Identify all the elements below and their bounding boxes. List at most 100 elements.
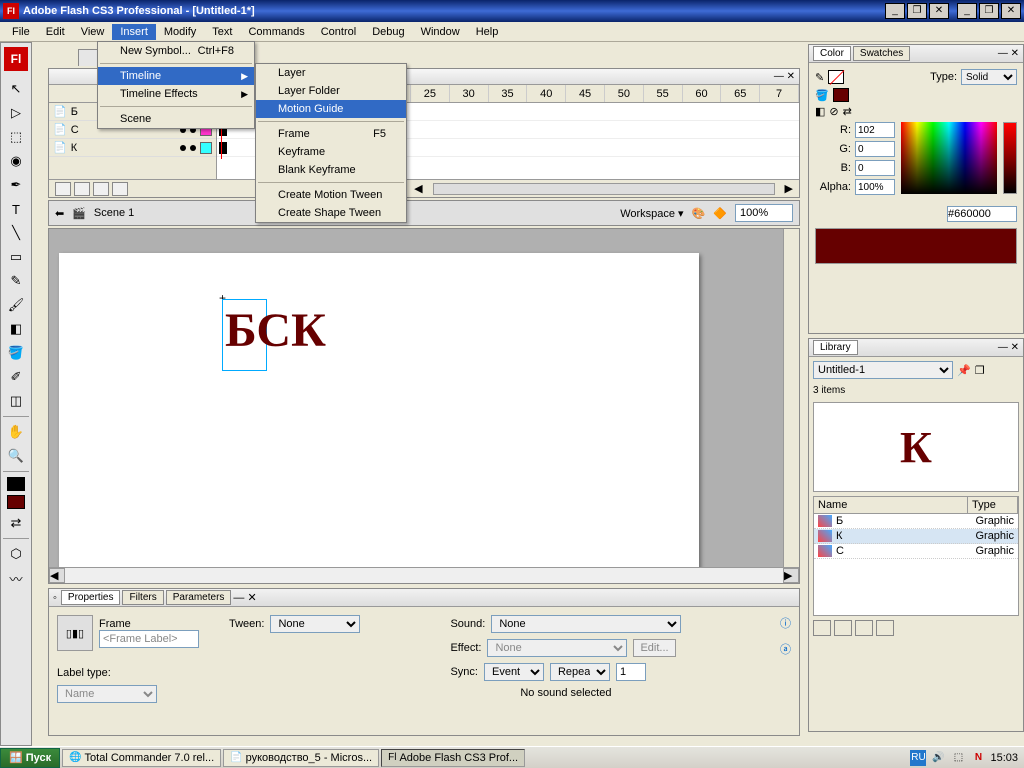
parameters-tab[interactable]: Parameters [166, 590, 232, 605]
ink-bottle-tool[interactable]: ◧ [4, 318, 28, 340]
blue-input[interactable] [855, 160, 895, 176]
hand-tool[interactable]: ✋ [4, 421, 28, 443]
pin-icon[interactable]: 📌 [957, 364, 971, 377]
menu-help[interactable]: Help [468, 24, 507, 40]
swap-icon[interactable]: ⇄ [843, 105, 852, 118]
lasso-tool[interactable]: ◉ [4, 150, 28, 172]
frame-label-input[interactable] [99, 630, 199, 648]
repeat-select[interactable]: Repeat [550, 663, 610, 681]
help-icon[interactable]: ⓘ [780, 615, 791, 631]
list-item[interactable]: БGraphic [814, 514, 1018, 529]
library-doc-select[interactable]: Untitled-1 [813, 361, 953, 379]
repeat-count[interactable] [616, 663, 646, 681]
start-button[interactable]: 🪟 Пуск [0, 748, 60, 768]
bw-icon[interactable]: ◧ [815, 105, 825, 118]
menu-modify[interactable]: Modify [156, 24, 204, 40]
menu-text[interactable]: Text [204, 24, 240, 40]
free-transform-tool[interactable]: ⬚ [4, 126, 28, 148]
fill-color[interactable] [7, 495, 25, 509]
brush-tool[interactable]: 🖌 [4, 294, 28, 316]
workspace-menu[interactable]: Workspace ▾ [620, 207, 683, 220]
text-tool[interactable]: T [4, 198, 28, 220]
canvas-text[interactable]: БСК [225, 303, 326, 358]
eyedropper-tool[interactable]: ✐ [4, 366, 28, 388]
fill-type-select[interactable]: Solid [961, 69, 1017, 85]
restore-button[interactable]: ❐ [907, 3, 927, 19]
new-guide-button[interactable] [74, 182, 90, 196]
submenu-frame[interactable]: FrameF5 [256, 125, 406, 143]
close-button[interactable]: ✕ [929, 3, 949, 19]
list-item[interactable]: СGraphic [814, 544, 1018, 559]
properties-close[interactable]: — ✕ [233, 591, 256, 604]
info-icon[interactable]: ⓐ [780, 641, 791, 657]
eraser-tool[interactable]: ◫ [4, 390, 28, 412]
layer-row[interactable]: 📄 К [49, 139, 216, 157]
menu-insert[interactable]: Insert [112, 24, 156, 40]
submenu-create-motion-tween[interactable]: Create Motion Tween [256, 186, 406, 204]
menu-view[interactable]: View [73, 24, 113, 40]
menu-timeline-effects[interactable]: Timeline Effects▶ [98, 85, 254, 103]
tray-icon[interactable]: ⬚ [950, 750, 966, 766]
menu-window[interactable]: Window [413, 24, 468, 40]
effect-select[interactable]: None [487, 639, 627, 657]
label-type-select[interactable]: Name [57, 685, 157, 703]
library-tab[interactable]: Library [813, 340, 858, 355]
pen-tool[interactable]: ✒ [4, 174, 28, 196]
snap-option[interactable]: ⬡ [4, 543, 28, 565]
doc-restore-button[interactable]: ❐ [979, 3, 999, 19]
sync-select[interactable]: Event [484, 663, 544, 681]
taskbar-item[interactable]: 📄 руководство_5 - Micros... [223, 749, 379, 767]
menu-file[interactable]: File [4, 24, 38, 40]
color-picker[interactable] [901, 122, 997, 194]
tween-select[interactable]: None [270, 615, 360, 633]
subselection-tool[interactable]: ▷ [4, 102, 28, 124]
submenu-create-shape-tween[interactable]: Create Shape Tween [256, 204, 406, 222]
canvas-scrollbar-h[interactable]: ◀▶ [49, 567, 799, 583]
swatches-tab[interactable]: Swatches [853, 46, 910, 61]
new-lib-icon[interactable]: ❐ [975, 364, 985, 377]
edit-symbol-icon[interactable]: 🔶 [713, 207, 727, 220]
rectangle-tool[interactable]: ▭ [4, 246, 28, 268]
new-symbol-button[interactable] [813, 620, 831, 636]
stage[interactable]: + БСК [59, 253, 699, 573]
edit-effect-button[interactable]: Edit... [633, 639, 675, 657]
line-tool[interactable]: ╲ [4, 222, 28, 244]
list-item[interactable]: КGraphic [814, 529, 1018, 544]
bucket-fill-icon[interactable]: 🪣 [815, 89, 829, 102]
delete-button[interactable] [876, 620, 894, 636]
menu-control[interactable]: Control [313, 24, 364, 40]
edit-scene-icon[interactable]: 🎨 [692, 207, 706, 220]
green-input[interactable] [855, 141, 895, 157]
menu-commands[interactable]: Commands [240, 24, 312, 40]
paint-bucket-tool[interactable]: 🪣 [4, 342, 28, 364]
alpha-input[interactable] [855, 179, 895, 195]
properties-button[interactable] [855, 620, 873, 636]
new-layer-button[interactable] [55, 182, 71, 196]
pencil-stroke-icon[interactable]: ✎ [815, 71, 824, 84]
submenu-blank-keyframe[interactable]: Blank Keyframe [256, 161, 406, 179]
submenu-motion-guide[interactable]: Motion Guide [256, 100, 406, 118]
value-slider[interactable] [1003, 122, 1017, 194]
swap-colors[interactable]: ⇄ [4, 512, 28, 534]
red-input[interactable] [855, 122, 895, 138]
color-panel-close[interactable]: — ✕ [998, 48, 1019, 59]
scene-name[interactable]: Scene 1 [94, 207, 134, 219]
pencil-tool[interactable]: ✎ [4, 270, 28, 292]
library-panel-close[interactable]: — ✕ [998, 342, 1019, 353]
zoom-field[interactable] [735, 204, 793, 222]
color-tab[interactable]: Color [813, 46, 851, 61]
filters-tab[interactable]: Filters [122, 590, 163, 605]
delete-layer-button[interactable] [112, 182, 128, 196]
new-folder-button[interactable] [834, 620, 852, 636]
menu-debug[interactable]: Debug [364, 24, 412, 40]
properties-tab[interactable]: Properties [61, 590, 121, 605]
canvas-area[interactable]: + БСК ◀▶ [48, 228, 800, 584]
nocolor-icon[interactable]: ⊘ [829, 105, 838, 118]
smooth-option[interactable]: 〰 [4, 567, 28, 589]
stroke-color[interactable] [7, 477, 25, 491]
timeline-options-icon[interactable]: — ✕ [774, 71, 795, 82]
tray-icon[interactable]: 🔊 [930, 750, 946, 766]
selection-tool[interactable]: ↖ [4, 78, 28, 100]
submenu-layer-folder[interactable]: Layer Folder [256, 82, 406, 100]
library-list[interactable]: NameType БGraphic КGraphic СGraphic [813, 496, 1019, 616]
